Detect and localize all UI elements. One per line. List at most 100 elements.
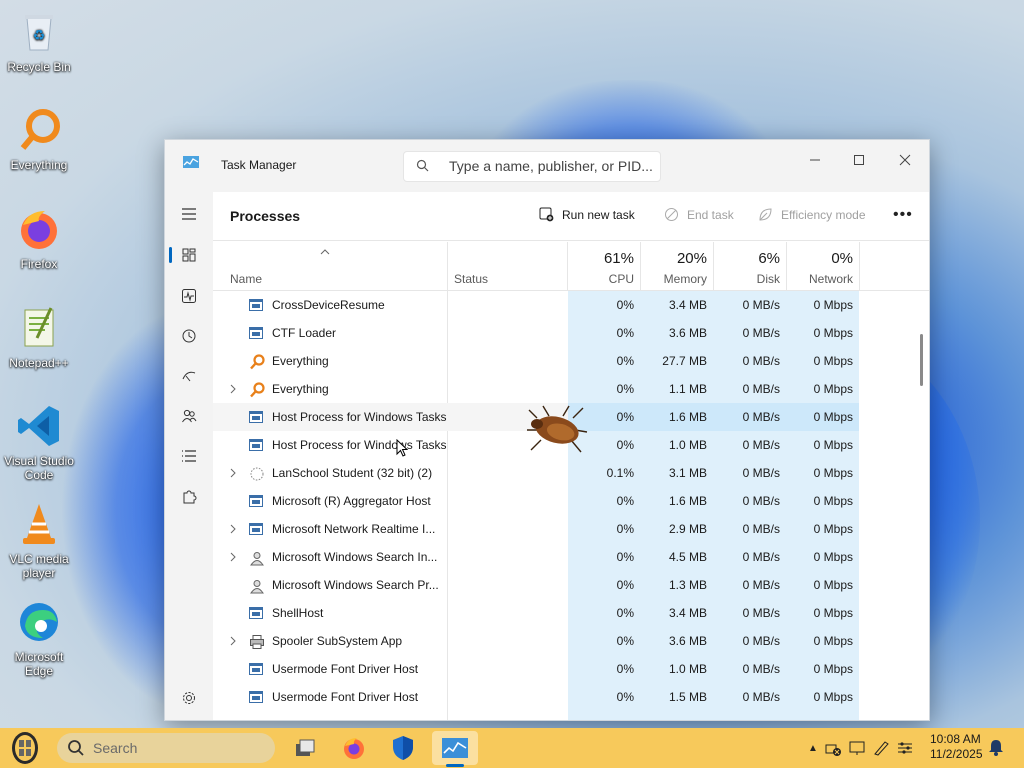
process-row[interactable]: Microsoft Windows Search In... 0% 4.5 MB 0 …	[213, 543, 909, 571]
nav-details[interactable]	[173, 440, 205, 472]
more-options-button[interactable]: •••	[893, 206, 913, 224]
nav-app-history[interactable]	[173, 320, 205, 352]
cockroach-overlay-icon	[525, 404, 589, 459]
desktop-icon-firefox[interactable]: Firefox	[4, 205, 74, 271]
process-row[interactable]: Microsoft (R) Aggregator Host 0% 1.6 MB 0 M…	[213, 487, 909, 515]
tray-pen-icon[interactable]	[872, 739, 890, 757]
process-row[interactable]: CTF Loader 0% 3.6 MB 0 MB/s 0 Mbps	[213, 319, 909, 347]
process-row[interactable]: LanSchool Student (32 bit) (2) 0.1% 3.1 MB…	[213, 459, 909, 487]
process-row[interactable]: Microsoft Network Realtime I... 0% 2.9 MB 0…	[213, 515, 909, 543]
column-disk[interactable]: 6% Disk	[714, 242, 787, 290]
desktop-icon-everything[interactable]: Everything	[4, 106, 74, 172]
nav-services[interactable]	[173, 480, 205, 512]
expand-chevron-icon[interactable]	[230, 552, 236, 565]
column-name[interactable]: Name	[213, 242, 448, 290]
tray-display-icon[interactable]	[848, 739, 866, 757]
window-process-icon	[249, 662, 263, 676]
process-row[interactable]: CrossDeviceResume 0% 3.4 MB 0 MB/s 0 Mbps	[213, 291, 909, 319]
process-disk: 0 MB/s	[742, 354, 780, 368]
taskbar-security[interactable]	[383, 731, 423, 765]
nav-startup-apps[interactable]	[173, 360, 205, 392]
disk-total: 6%	[758, 250, 780, 267]
desktop-icon-vlc[interactable]: VLC media player	[4, 500, 74, 580]
expand-chevron-icon[interactable]	[230, 636, 236, 649]
process-disk: 0 MB/s	[742, 550, 780, 564]
run-new-task-button[interactable]: Run new task	[539, 207, 635, 222]
process-disk: 0 MB/s	[742, 634, 780, 648]
process-memory: 27.7 MB	[662, 354, 707, 368]
task-manager-active-indicator	[446, 764, 464, 767]
cpu-total: 61%	[603, 250, 634, 267]
minimize-button[interactable]	[795, 146, 835, 174]
process-row[interactable]: Everything 0% 27.7 MB 0 MB/s 0 Mbps	[213, 347, 909, 375]
nav-performance[interactable]	[173, 280, 205, 312]
column-network[interactable]: 0% Network	[787, 242, 860, 290]
efficiency-mode-button[interactable]: Efficiency mode	[758, 207, 866, 222]
system-tray: ▲	[808, 728, 914, 768]
expand-chevron-icon[interactable]	[230, 524, 236, 537]
column-header: Name Status 61% CPU 20% Memory 6% Disk 0…	[213, 242, 929, 291]
desktop-icon-notepad[interactable]: Notepad++	[4, 304, 74, 370]
firefox-icon	[344, 738, 364, 759]
process-row[interactable]: Usermode Font Driver Host 0% 1.5 MB 0 MB/s 0…	[213, 683, 909, 711]
gear-icon	[183, 692, 195, 704]
end-task-button[interactable]: End task	[664, 207, 734, 222]
settings-button[interactable]	[173, 682, 205, 714]
process-network: 0 Mbps	[813, 410, 853, 424]
process-row[interactable]: Spooler SubSystem App 0% 3.6 MB 0 MB/s 0 Mbp…	[213, 627, 909, 655]
run-new-task-label: Run new task	[562, 207, 635, 222]
process-name: CTF Loader	[272, 326, 337, 340]
desktop-icon-vscode[interactable]: Visual Studio Code	[4, 402, 74, 482]
column-status[interactable]: Status	[448, 242, 568, 290]
nav-users[interactable]	[173, 400, 205, 432]
hamburger-menu-button[interactable]	[173, 198, 205, 230]
vlc-icon	[15, 500, 63, 548]
start-button[interactable]	[8, 730, 42, 766]
clock-time: 10:08 AM	[930, 732, 981, 746]
memory-label: Memory	[663, 272, 707, 286]
search-user-icon	[249, 550, 264, 566]
close-button[interactable]	[885, 146, 925, 174]
desktop-icon-recycle-bin[interactable]: ♻ Recycle Bin	[4, 8, 74, 74]
desktop-icon-label: VLC media player	[9, 552, 69, 580]
process-memory: 2.9 MB	[668, 522, 707, 536]
desktop-icon-label: Recycle Bin	[7, 60, 71, 74]
process-cpu: 0%	[616, 382, 634, 396]
process-list: CrossDeviceResume 0% 3.4 MB 0 MB/s 0 Mbps CTF…	[213, 291, 929, 720]
column-cpu[interactable]: 61% CPU	[568, 242, 641, 290]
process-disk: 0 MB/s	[742, 466, 780, 480]
expand-chevron-icon[interactable]	[230, 384, 236, 397]
nav-processes[interactable]	[173, 239, 205, 271]
process-network: 0 Mbps	[813, 494, 853, 508]
process-name: CrossDeviceResume	[272, 298, 385, 312]
column-memory[interactable]: 20% Memory	[641, 242, 714, 290]
clock[interactable]: 10:08 AM 11/2/2025	[930, 732, 983, 762]
maximize-button[interactable]	[839, 146, 879, 174]
task-view-button[interactable]	[285, 731, 325, 765]
window-title: Task Manager	[221, 158, 297, 172]
process-disk: 0 MB/s	[742, 662, 780, 676]
process-row[interactable]: Usermode Font Driver Host 0% 1.0 MB 0 MB/s 0…	[213, 655, 909, 683]
end-task-label: End task	[687, 207, 734, 222]
process-row[interactable]: Everything 0% 1.1 MB 0 MB/s 0 Mbps	[213, 375, 909, 403]
process-memory: 3.6 MB	[668, 634, 707, 648]
taskbar-firefox[interactable]	[334, 731, 374, 765]
tray-network-off-icon[interactable]	[824, 739, 842, 757]
desktop-icon-label: Visual Studio Code	[4, 454, 74, 482]
search-input[interactable]: Type a name, publisher, or PID...	[403, 151, 661, 182]
window-process-icon	[249, 690, 263, 704]
process-memory: 1.1 MB	[668, 382, 707, 396]
title-bar[interactable]: Task Manager Type a name, publisher, or …	[165, 140, 929, 192]
expand-chevron-icon[interactable]	[230, 468, 236, 481]
notification-bell-button[interactable]	[988, 738, 1004, 759]
nav-selected-indicator	[169, 247, 172, 263]
vertical-scrollbar[interactable]	[920, 334, 923, 386]
taskbar-search[interactable]: Search	[57, 733, 275, 763]
tray-settings-icon[interactable]	[896, 739, 914, 757]
tray-chevron-up-icon[interactable]: ▲	[808, 743, 818, 754]
process-row[interactable]: Microsoft Windows Search Pr... 0% 1.3 MB 0 …	[213, 571, 909, 599]
taskbar-task-manager[interactable]	[432, 731, 478, 765]
leaf-icon	[759, 208, 772, 221]
process-row[interactable]: ShellHost 0% 3.4 MB 0 MB/s 0 Mbps	[213, 599, 909, 627]
desktop-icon-edge[interactable]: Microsoft Edge	[4, 598, 74, 678]
